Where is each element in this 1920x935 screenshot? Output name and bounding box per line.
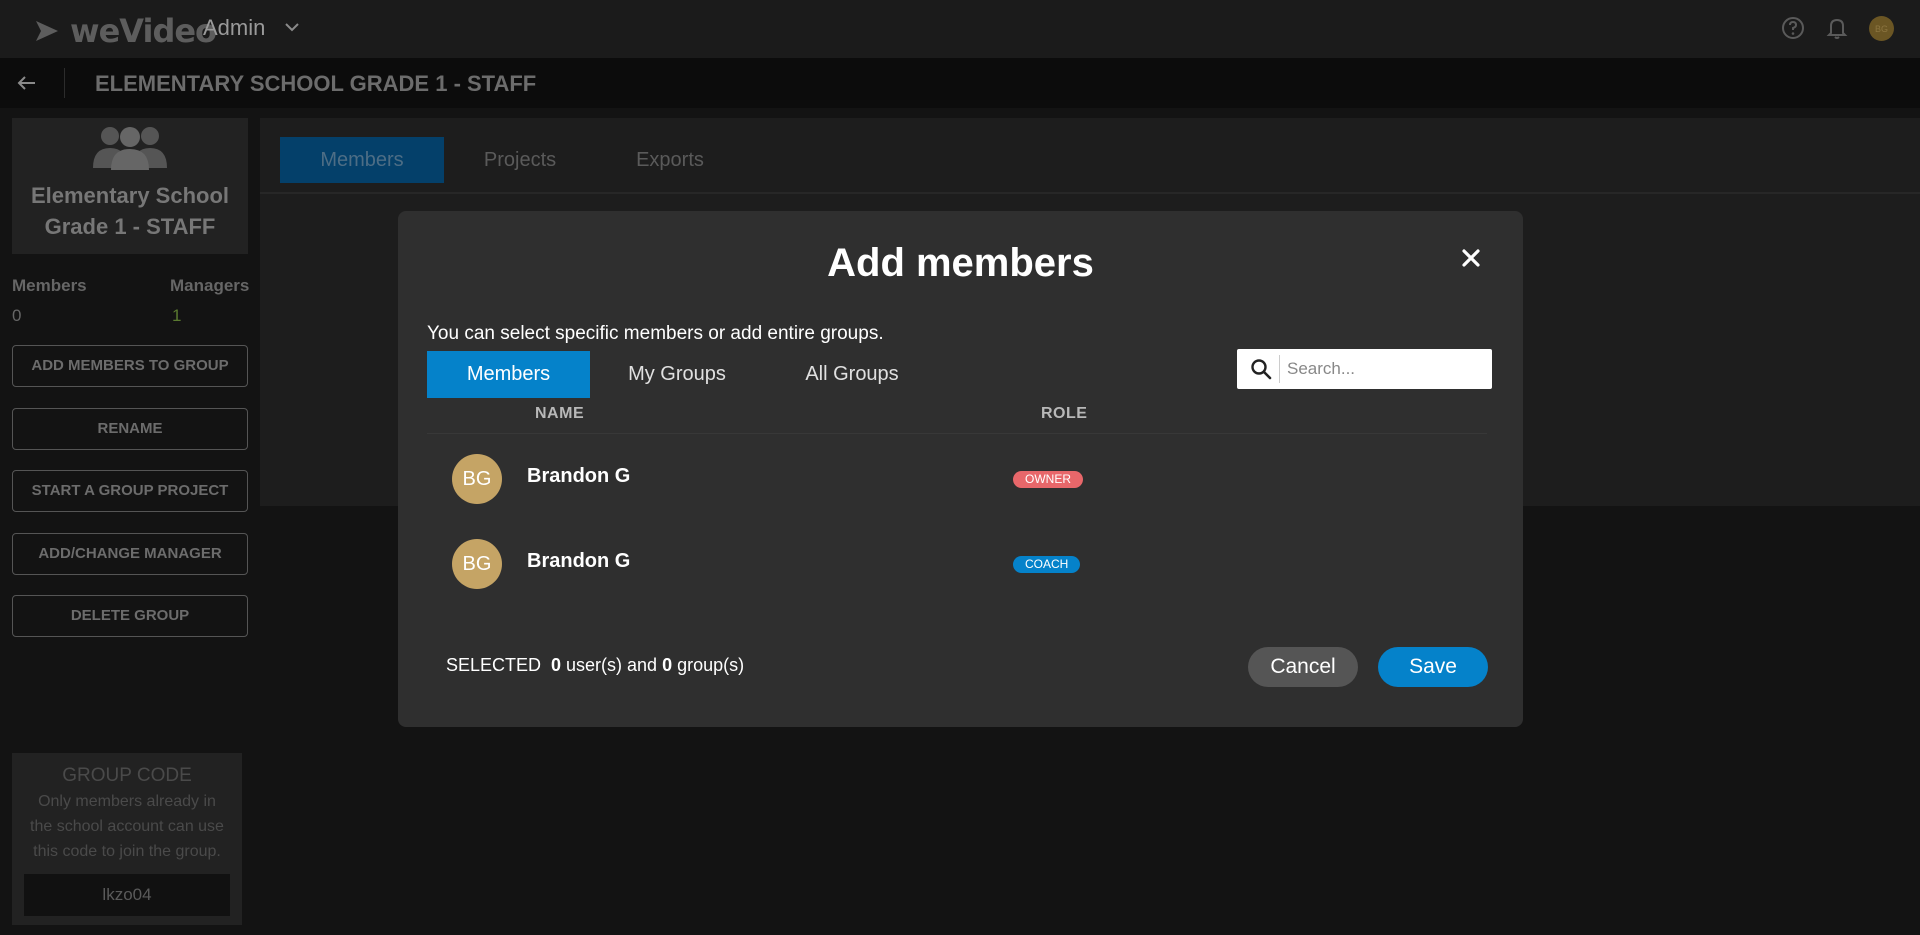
rename-button[interactable]: RENAME — [12, 408, 248, 450]
add-members-modal: Add members You can select specific memb… — [398, 211, 1523, 727]
members-stat-value: 0 — [12, 306, 22, 325]
selected-count: 0 user(s) and 0 group(s) — [551, 655, 744, 676]
members-stat-label: Members — [12, 276, 87, 295]
delete-group-button[interactable]: DELETE GROUP — [12, 595, 248, 637]
group-code-value[interactable]: lkzo04 — [24, 874, 230, 916]
add-members-to-group-button[interactable]: ADD MEMBERS TO GROUP — [12, 345, 248, 387]
top-bar: weVideo Admin BG — [0, 0, 1920, 58]
member-name: Brandon G — [527, 550, 631, 572]
column-header-name: NAME — [535, 405, 585, 422]
modal-title: Add members — [827, 241, 1094, 285]
modal-description: You can select specific members or add e… — [427, 323, 884, 344]
search-separator — [1279, 355, 1280, 383]
managers-stat-label: Managers — [170, 276, 250, 295]
column-header-role: ROLE — [1041, 405, 1088, 422]
modal-tab-all-groups[interactable]: All Groups — [772, 351, 932, 398]
header-divider — [427, 433, 1487, 434]
selected-users-count: 0 — [551, 655, 562, 675]
member-avatar: BG — [452, 454, 502, 504]
page-title: ELEMENTARY SCHOOL GRADE 1 - STAFF — [95, 71, 537, 96]
back-arrow-icon[interactable] — [14, 70, 40, 96]
start-group-project-button[interactable]: START A GROUP PROJECT — [12, 470, 248, 512]
group-code-desc-line2: the school account can use — [30, 818, 224, 835]
selected-groups-count: 0 — [662, 655, 673, 675]
search-input[interactable] — [1287, 354, 1482, 384]
wevideo-logo[interactable]: weVideo — [34, 12, 217, 50]
member-row[interactable]: BG Brandon G OWNER — [427, 439, 1487, 519]
save-button[interactable]: Save — [1378, 647, 1488, 687]
group-code-desc-line3: this code to join the group. — [33, 843, 221, 860]
cancel-button[interactable]: Cancel — [1248, 647, 1358, 687]
role-badge-coach: COACH — [1013, 556, 1081, 573]
title-divider — [64, 68, 65, 98]
group-people-icon — [93, 127, 167, 170]
group-code-card: GROUP CODE Only members already in the s… — [12, 753, 242, 925]
search-icon[interactable] — [1250, 358, 1272, 380]
help-icon[interactable] — [1780, 15, 1806, 41]
group-code-title: GROUP CODE — [62, 765, 192, 786]
main-tab-divider — [260, 192, 1920, 194]
member-avatar: BG — [452, 539, 502, 589]
add-change-manager-button[interactable]: ADD/CHANGE MANAGER — [12, 533, 248, 575]
group-code-description: Only members already in the school accou… — [12, 787, 242, 866]
modal-tab-my-groups[interactable]: My Groups — [599, 351, 755, 398]
managers-stat-value[interactable]: 1 — [172, 306, 181, 326]
notifications-bell-icon[interactable] — [1824, 15, 1850, 41]
chevron-down-icon[interactable] — [283, 18, 301, 36]
group-card: Elementary School Grade 1 - STAFF — [12, 118, 248, 254]
modal-tab-members[interactable]: Members — [427, 351, 590, 398]
group-name-line2: Grade 1 - STAFF — [44, 214, 216, 239]
member-row[interactable]: BG Brandon G COACH — [427, 524, 1487, 604]
tab-projects[interactable]: Projects — [460, 137, 580, 183]
group-code-desc-line1: Only members already in — [38, 793, 216, 810]
selected-groups-text: group(s) — [677, 655, 745, 675]
title-bar: ELEMENTARY SCHOOL GRADE 1 - STAFF — [0, 58, 1920, 108]
selected-users-text: user(s) and — [566, 655, 658, 675]
logo-text: weVideo — [70, 12, 217, 50]
group-name-line1: Elementary School — [30, 183, 230, 208]
tab-exports[interactable]: Exports — [610, 137, 730, 183]
role-badge-owner: OWNER — [1013, 471, 1083, 488]
user-avatar[interactable]: BG — [1869, 16, 1894, 41]
close-icon[interactable] — [1459, 246, 1483, 270]
search-box — [1237, 349, 1492, 389]
logo-mark-icon — [36, 21, 58, 41]
member-name: Brandon G — [527, 465, 631, 487]
admin-menu-label[interactable]: Admin — [203, 15, 265, 41]
selected-label: SELECTED — [446, 655, 542, 675]
tab-members[interactable]: Members — [280, 137, 444, 183]
